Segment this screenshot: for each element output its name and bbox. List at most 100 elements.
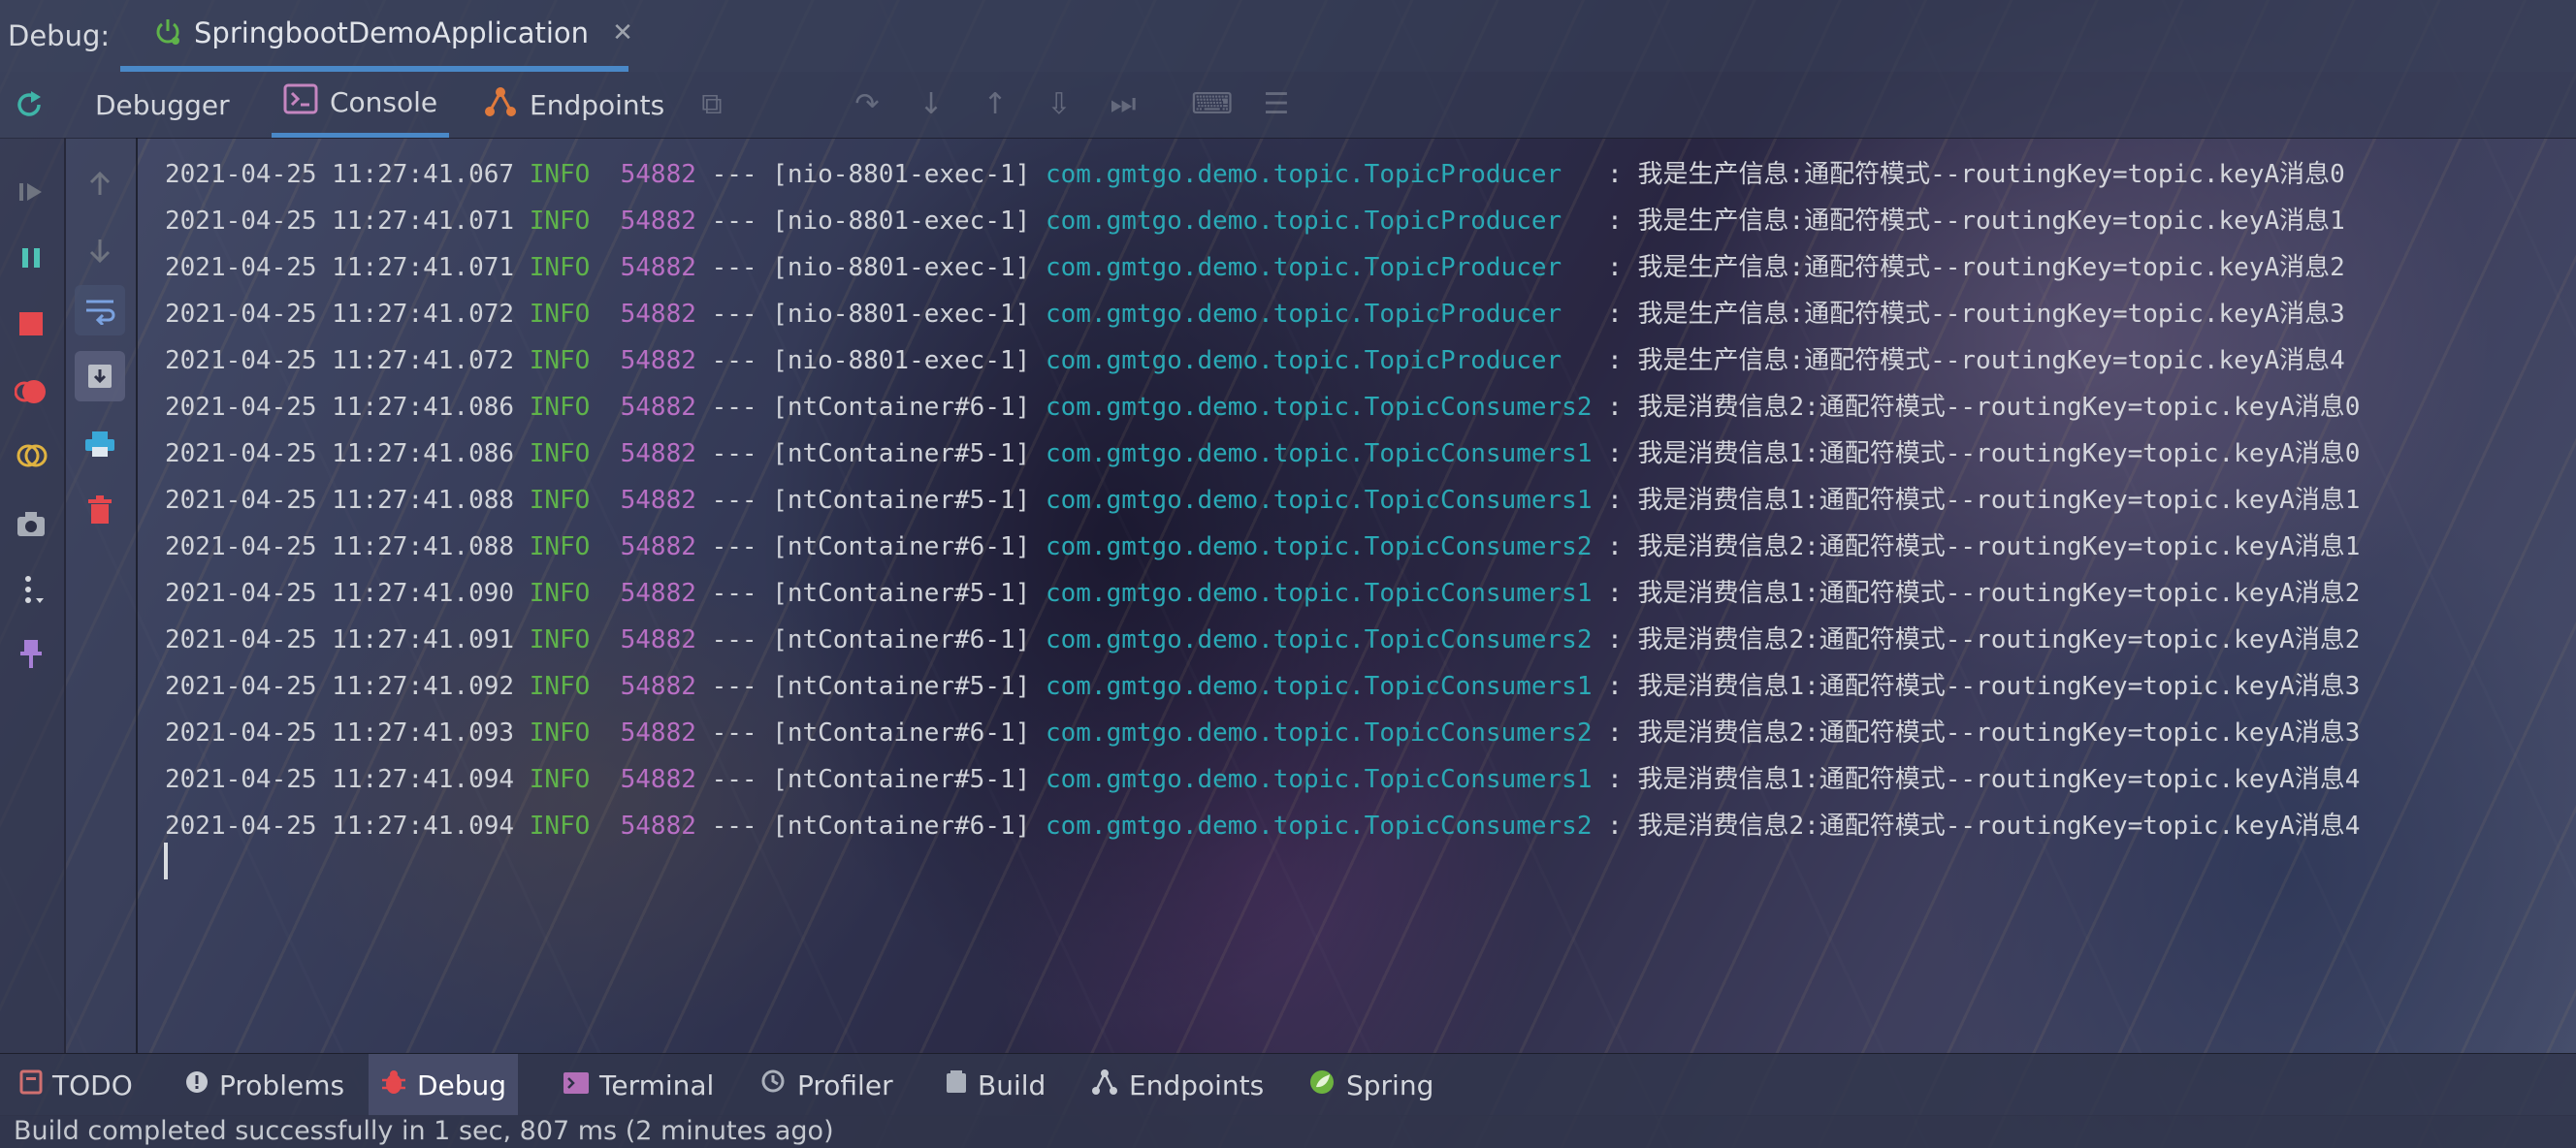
tool-profiler[interactable]: Profiler	[749, 1054, 905, 1116]
log-logger-class: com.gmtgo.demo.topic.TopicProducer	[1045, 300, 1562, 329]
log-message: : 我是生产信息:通配符模式--routingKey=topic.keyA消息2	[1607, 253, 2345, 282]
tool-debug[interactable]: Debug	[369, 1054, 519, 1116]
log-padding	[1592, 765, 1607, 794]
log-separator: ---	[711, 579, 757, 608]
mute-breakpoints-icon[interactable]	[10, 434, 52, 477]
log-padding	[757, 486, 773, 515]
log-logger-class: com.gmtgo.demo.topic.TopicProducer	[1045, 160, 1562, 189]
log-padding	[1592, 579, 1607, 608]
log-padding	[696, 532, 712, 561]
tool-problems-label: Problems	[219, 1068, 345, 1101]
log-padding	[590, 207, 620, 236]
tool-window-bar: TODO Problems Debug Terminal Profiler Bu…	[0, 1053, 2576, 1116]
tab-console[interactable]: Console	[272, 72, 450, 138]
log-padding	[514, 393, 530, 422]
run-to-cursor-icon[interactable]: ⇩	[1040, 85, 1079, 124]
log-pid: 54882	[620, 718, 696, 748]
log-logger-class: com.gmtgo.demo.topic.TopicConsumers1	[1045, 439, 1593, 468]
scroll-to-end-icon[interactable]	[75, 351, 125, 401]
log-padding	[757, 439, 773, 468]
log-thread: [nio-8801-exec-1]	[772, 300, 1031, 329]
log-padding	[514, 300, 530, 329]
tab-debugger-label: Debugger	[95, 88, 230, 121]
stop-icon[interactable]	[10, 303, 52, 345]
tool-todo[interactable]: TODO	[8, 1054, 145, 1116]
log-thread: [nio-8801-exec-1]	[772, 346, 1031, 375]
log-line: 2021-04-25 11:27:41.072 INFO 54882 --- […	[165, 291, 2345, 337]
log-thread: [ntContainer#5-1]	[772, 765, 1031, 794]
tab-debugger[interactable]: Debugger	[95, 72, 230, 138]
log-logger-class: com.gmtgo.demo.topic.TopicProducer	[1045, 207, 1562, 236]
print-icon[interactable]	[75, 419, 125, 469]
log-padding	[1592, 812, 1607, 841]
log-pid: 54882	[620, 486, 696, 515]
restore-layout-icon[interactable]: ⧉	[692, 85, 731, 124]
log-timestamp: 2021-04-25 11:27:41.086	[165, 393, 515, 422]
log-padding	[696, 812, 712, 841]
tool-profiler-label: Profiler	[797, 1068, 893, 1101]
step-out-icon[interactable]: ↑	[976, 85, 1014, 124]
log-timestamp: 2021-04-25 11:27:41.072	[165, 300, 515, 329]
log-logger-class: com.gmtgo.demo.topic.TopicProducer	[1045, 346, 1562, 375]
run-config-tab[interactable]: SpringbootDemoApplication ✕	[120, 0, 633, 72]
log-padding	[514, 579, 530, 608]
log-padding	[1030, 625, 1046, 654]
close-tab-icon[interactable]: ✕	[612, 18, 633, 48]
tool-spring[interactable]: Spring	[1296, 1054, 1445, 1116]
log-padding	[1030, 486, 1046, 515]
console-gutter	[64, 138, 138, 1053]
down-arrow-icon[interactable]	[75, 225, 125, 275]
evaluate-expression-icon[interactable]: ⌨	[1191, 85, 1233, 124]
log-separator: ---	[711, 718, 757, 748]
rerun-icon[interactable]	[8, 83, 50, 126]
log-pid: 54882	[620, 812, 696, 841]
log-level: INFO	[529, 672, 591, 701]
tool-problems[interactable]: Problems	[173, 1054, 356, 1116]
view-breakpoints-icon[interactable]	[10, 370, 52, 413]
log-level: INFO	[529, 439, 591, 468]
step-into-icon[interactable]: ↓	[912, 85, 950, 124]
camera-icon[interactable]	[10, 502, 52, 545]
tab-console-label: Console	[330, 86, 438, 118]
log-padding	[590, 625, 620, 654]
log-padding	[514, 346, 530, 375]
log-separator: ---	[711, 532, 757, 561]
pin-icon[interactable]	[10, 632, 52, 675]
build-icon	[945, 1069, 968, 1101]
log-line: 2021-04-25 11:27:41.090 INFO 54882 --- […	[165, 570, 2360, 617]
log-message: : 我是生产信息:通配符模式--routingKey=topic.keyA消息0	[1607, 160, 2345, 189]
log-padding	[757, 532, 773, 561]
step-over-icon[interactable]: ↷	[848, 85, 886, 124]
tool-build[interactable]: Build	[933, 1054, 1057, 1116]
log-padding	[757, 393, 773, 422]
resume-to-end-icon[interactable]: ⏭	[1104, 85, 1143, 124]
log-level: INFO	[529, 253, 591, 282]
up-arrow-icon[interactable]	[75, 159, 125, 209]
problems-icon	[184, 1069, 209, 1101]
pause-icon[interactable]	[10, 237, 52, 279]
log-pid: 54882	[620, 207, 696, 236]
more-icon[interactable]	[10, 568, 52, 611]
trace-list-icon[interactable]: ☰	[1257, 85, 1296, 124]
tool-terminal-label: Terminal	[599, 1068, 715, 1101]
resume-icon[interactable]	[10, 171, 52, 213]
log-message: : 我是消费信息1:通配符模式--routingKey=topic.keyA消息…	[1607, 765, 2361, 794]
log-message: : 我是生产信息:通配符模式--routingKey=topic.keyA消息3	[1607, 300, 2345, 329]
log-line: 2021-04-25 11:27:41.072 INFO 54882 --- […	[165, 337, 2345, 384]
tool-endpoints[interactable]: Endpoints	[1079, 1054, 1275, 1116]
log-separator: ---	[711, 253, 757, 282]
log-pid: 54882	[620, 625, 696, 654]
log-padding	[1030, 439, 1046, 468]
log-thread: [ntContainer#5-1]	[772, 672, 1031, 701]
log-padding	[590, 532, 620, 561]
soft-wrap-icon[interactable]	[75, 285, 125, 335]
tab-endpoints[interactable]: Endpoints	[483, 72, 664, 138]
console-output[interactable]: 2021-04-25 11:27:41.067 INFO 54882 --- […	[138, 138, 2576, 1053]
log-padding	[1592, 439, 1607, 468]
log-separator: ---	[711, 765, 757, 794]
log-padding	[514, 532, 530, 561]
log-padding	[514, 672, 530, 701]
log-separator: ---	[711, 812, 757, 841]
tool-terminal[interactable]: Terminal	[551, 1054, 725, 1116]
trash-icon[interactable]	[75, 485, 125, 535]
